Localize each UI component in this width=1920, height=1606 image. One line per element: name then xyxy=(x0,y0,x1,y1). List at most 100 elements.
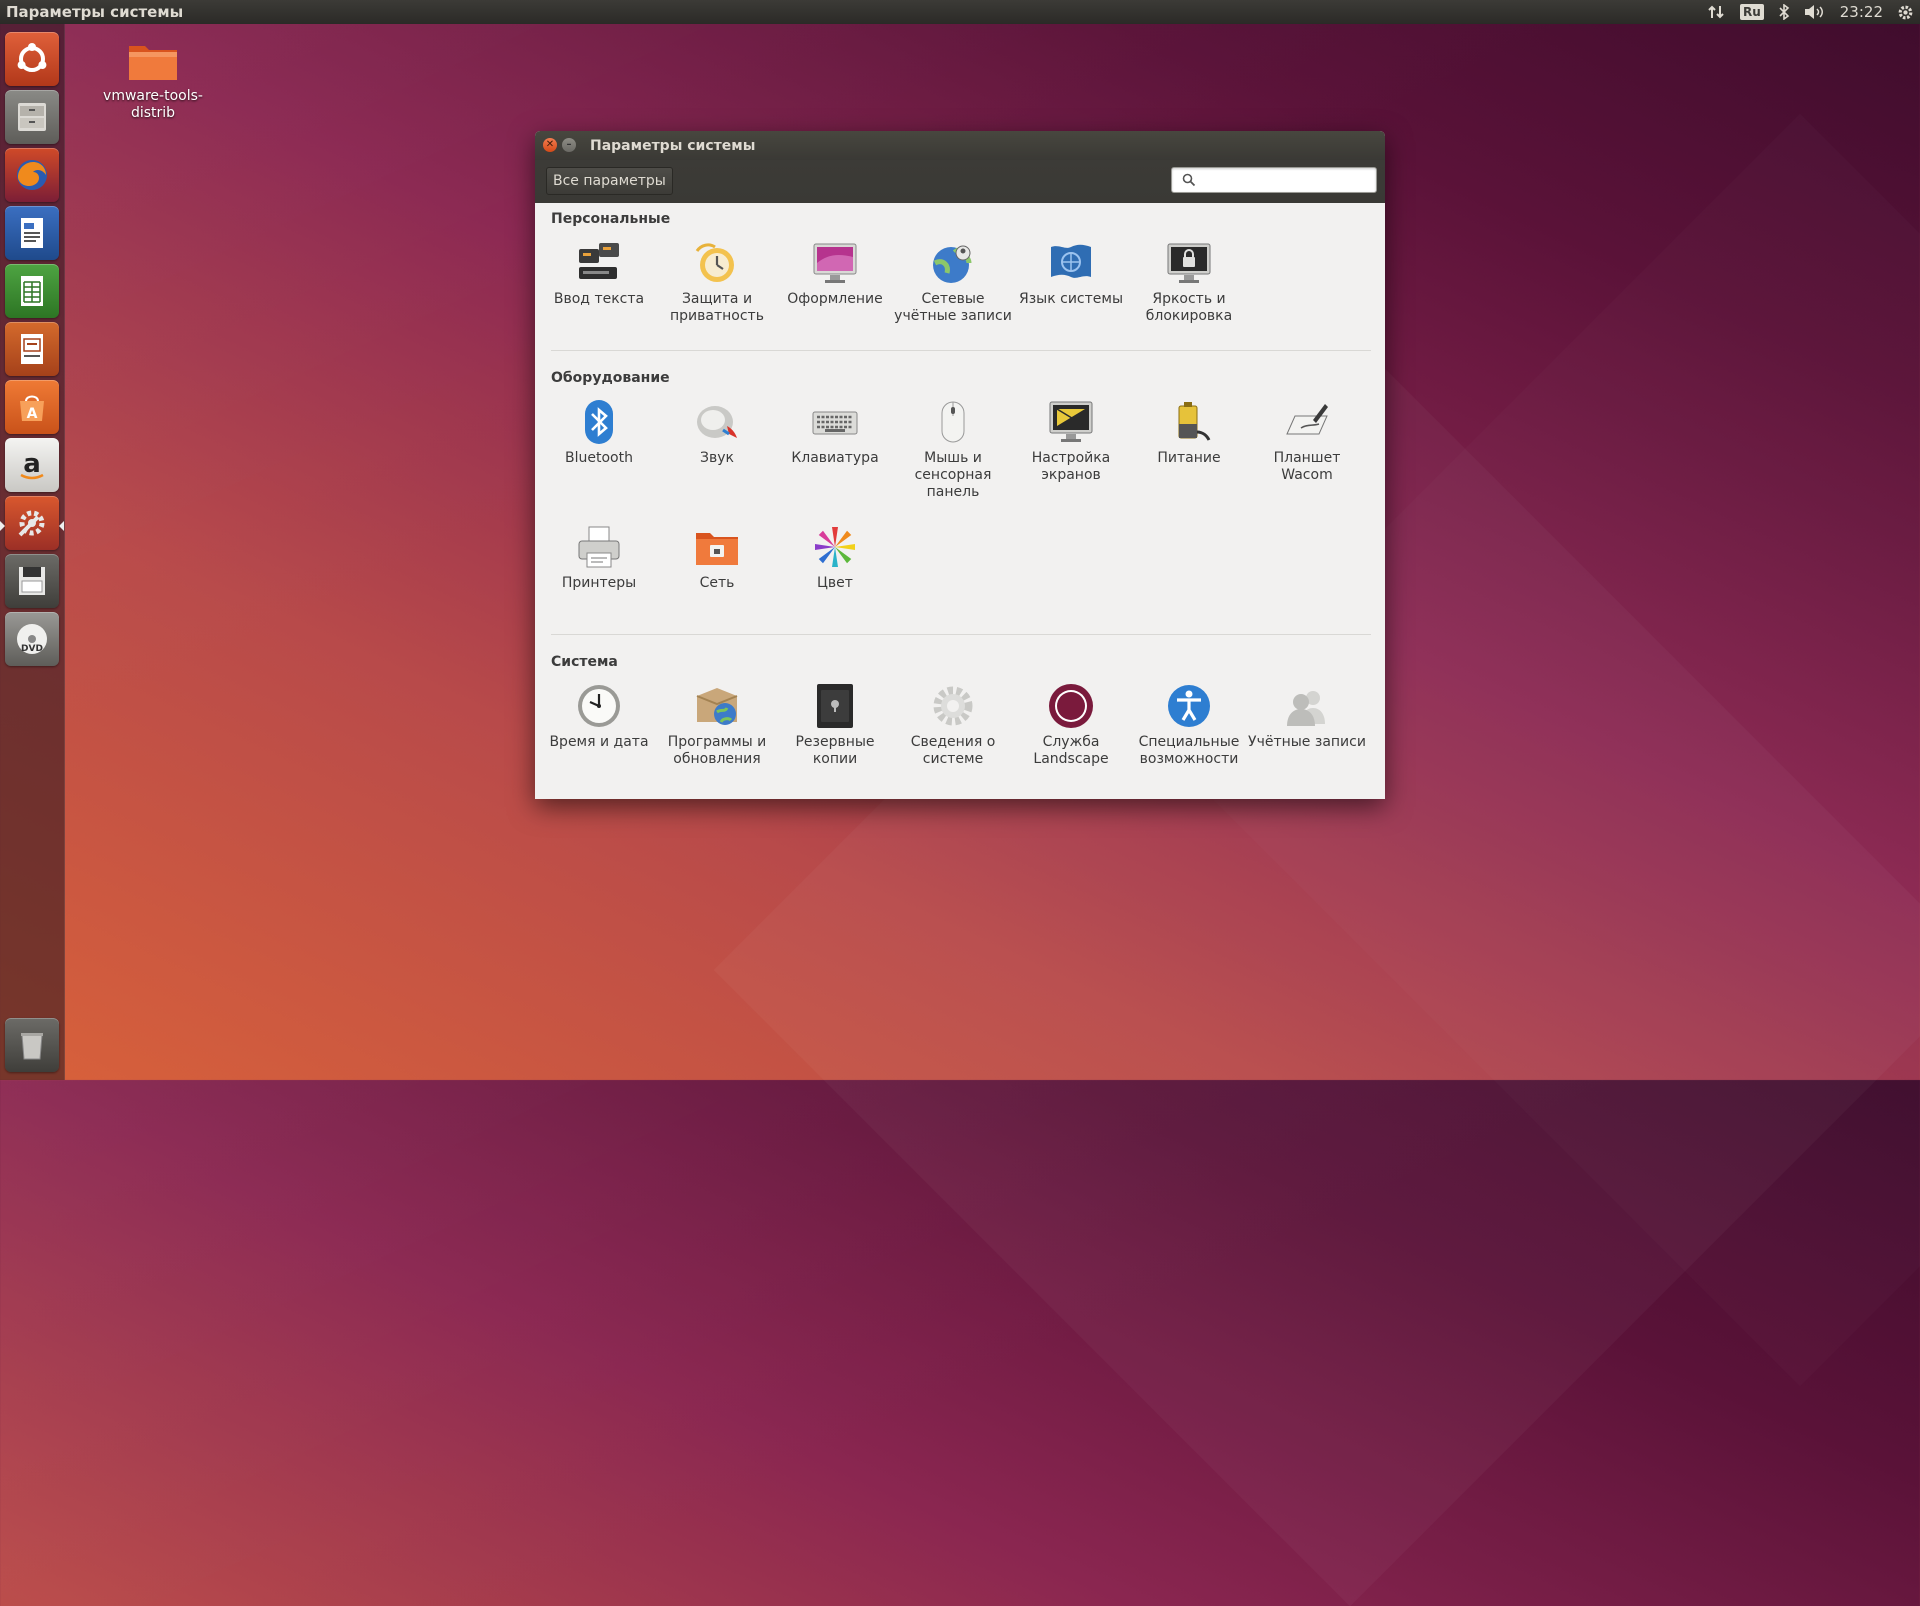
amazon-icon: a xyxy=(20,449,44,480)
settings-item-sound[interactable]: Звук xyxy=(658,398,776,467)
minimize-button[interactable]: – xyxy=(562,138,576,152)
settings-content: Персональные Ввод текста Защита и приват… xyxy=(535,203,1385,799)
settings-item-privacy[interactable]: Защита и приватность xyxy=(658,239,776,325)
launcher-impress-button[interactable] xyxy=(5,322,59,376)
printer-icon xyxy=(578,526,620,568)
keyboard-icon xyxy=(812,411,858,435)
settings-item-online-accounts[interactable]: Сетевые учётные записи xyxy=(894,239,1012,325)
session-gear-icon[interactable] xyxy=(1897,0,1914,24)
bluetooth-icon xyxy=(585,400,613,444)
desktop-folder[interactable]: vmware-tools-distrib xyxy=(97,38,209,122)
window-titlebar[interactable]: ✕ – Параметры системы xyxy=(535,131,1385,160)
sound-icon xyxy=(697,406,737,438)
settings-item-system-info[interactable]: Сведения о системе xyxy=(894,682,1012,768)
launcher-system-settings-button[interactable] xyxy=(5,496,59,550)
launcher-dash-button[interactable] xyxy=(5,32,59,86)
settings-item-label: Язык системы xyxy=(1018,291,1123,307)
settings-item-accessibility[interactable]: Специальные возможности xyxy=(1130,682,1248,768)
section-title-system: Система xyxy=(551,654,618,670)
language-icon xyxy=(1051,244,1091,278)
settings-item-language[interactable]: Язык системы xyxy=(1012,239,1130,308)
mouse-icon xyxy=(941,401,965,443)
accessibility-icon xyxy=(1168,685,1210,727)
launcher-focus-indicator xyxy=(59,521,64,531)
launcher: A a DVD xyxy=(0,24,65,1080)
settings-item-printers[interactable]: Принтеры xyxy=(540,523,658,592)
spreadsheet-icon xyxy=(21,276,43,306)
file-cabinet-icon xyxy=(18,103,46,131)
settings-item-label: Настройка экранов xyxy=(1031,450,1111,483)
settings-item-backup[interactable]: Резервные копии xyxy=(776,682,894,768)
settings-item-landscape[interactable]: Служба Landscape xyxy=(1012,682,1130,768)
settings-item-appearance[interactable]: Оформление xyxy=(776,239,894,308)
search-field[interactable] xyxy=(1171,167,1377,193)
svg-text:a: a xyxy=(23,449,41,479)
settings-item-bluetooth[interactable]: Bluetooth xyxy=(540,398,658,467)
volume-icon[interactable] xyxy=(1804,0,1826,24)
window-title: Параметры системы xyxy=(590,137,756,154)
launcher-floppy-button[interactable] xyxy=(5,554,59,608)
settings-item-color[interactable]: Цвет xyxy=(776,523,894,592)
settings-item-date-time[interactable]: Время и дата xyxy=(540,682,658,751)
settings-item-label: Специальные возможности xyxy=(1138,734,1240,767)
network-transfer-icon[interactable] xyxy=(1708,0,1726,24)
launcher-trash-button[interactable] xyxy=(5,1018,59,1072)
user-accounts-icon xyxy=(1287,691,1325,726)
settings-item-label: Сведения о системе xyxy=(910,734,996,767)
settings-item-label: Питание xyxy=(1157,450,1221,466)
all-settings-button[interactable]: Все параметры xyxy=(546,167,673,195)
settings-item-software-updates[interactable]: Программы и обновления xyxy=(658,682,776,768)
displays-icon xyxy=(1049,401,1093,442)
appearance-icon xyxy=(813,243,857,283)
section-divider xyxy=(551,350,1371,351)
settings-item-user-accounts[interactable]: Учётные записи xyxy=(1248,682,1366,751)
close-icon: ✕ xyxy=(545,139,555,150)
settings-item-text-entry[interactable]: Ввод текста xyxy=(540,239,658,308)
settings-item-label: Оформление xyxy=(787,291,883,307)
launcher-software-center-button[interactable]: A xyxy=(5,380,59,434)
top-panel: Параметры системы Ru 23:22 xyxy=(0,0,1920,24)
search-input[interactable] xyxy=(1200,169,1364,191)
settings-item-keyboard[interactable]: Клавиатура xyxy=(776,398,894,467)
launcher-calc-button[interactable] xyxy=(5,264,59,318)
system-info-icon xyxy=(933,686,973,726)
launcher-dvd-button[interactable]: DVD xyxy=(5,612,59,666)
network-icon xyxy=(696,533,738,565)
presentation-icon xyxy=(21,334,43,364)
power-icon xyxy=(1178,402,1211,441)
window-toolbar: Все параметры xyxy=(535,160,1385,203)
settings-item-power[interactable]: Питание xyxy=(1130,398,1248,467)
wacom-tablet-icon xyxy=(1286,404,1328,435)
section-title-personal: Персональные xyxy=(551,211,671,227)
settings-item-label: Сеть xyxy=(699,575,735,591)
minimize-icon: – xyxy=(566,139,572,150)
settings-item-wacom[interactable]: Планшет Wacom xyxy=(1248,398,1366,484)
launcher-files-button[interactable] xyxy=(5,90,59,144)
system-settings-window: ✕ – Параметры системы Все параметры Перс… xyxy=(535,131,1385,799)
settings-item-displays[interactable]: Настройка экранов xyxy=(1012,398,1130,484)
settings-item-label: Планшет Wacom xyxy=(1273,450,1341,483)
launcher-firefox-button[interactable] xyxy=(5,148,59,202)
privacy-icon xyxy=(695,243,734,282)
firefox-icon xyxy=(17,160,47,190)
keyboard-layout-indicator[interactable]: Ru xyxy=(1739,0,1764,24)
close-button[interactable]: ✕ xyxy=(543,138,557,152)
search-icon xyxy=(1182,173,1196,187)
settings-item-mouse[interactable]: Мышь и сенсорная панель xyxy=(894,398,1012,501)
settings-item-label: Принтеры xyxy=(561,575,637,591)
settings-item-label: Мышь и сенсорная панель xyxy=(914,450,992,500)
keyboard-layout-label: Ru xyxy=(1739,4,1764,20)
clock[interactable]: 23:22 xyxy=(1840,0,1883,24)
trash-icon xyxy=(21,1033,43,1060)
launcher-writer-button[interactable] xyxy=(5,206,59,260)
settings-item-network[interactable]: Сеть xyxy=(658,523,776,592)
settings-item-brightness-lock[interactable]: Яркость и блокировка xyxy=(1130,239,1248,325)
settings-item-label: Резервные копии xyxy=(795,734,875,767)
backup-icon xyxy=(817,684,853,728)
launcher-active-indicator xyxy=(0,521,5,531)
settings-item-label: Яркость и блокировка xyxy=(1145,291,1233,324)
launcher-amazon-button[interactable]: a xyxy=(5,438,59,492)
landscape-icon xyxy=(1049,684,1093,728)
bluetooth-tray-icon[interactable] xyxy=(1778,0,1790,24)
settings-item-label: Защита и приватность xyxy=(670,291,764,324)
